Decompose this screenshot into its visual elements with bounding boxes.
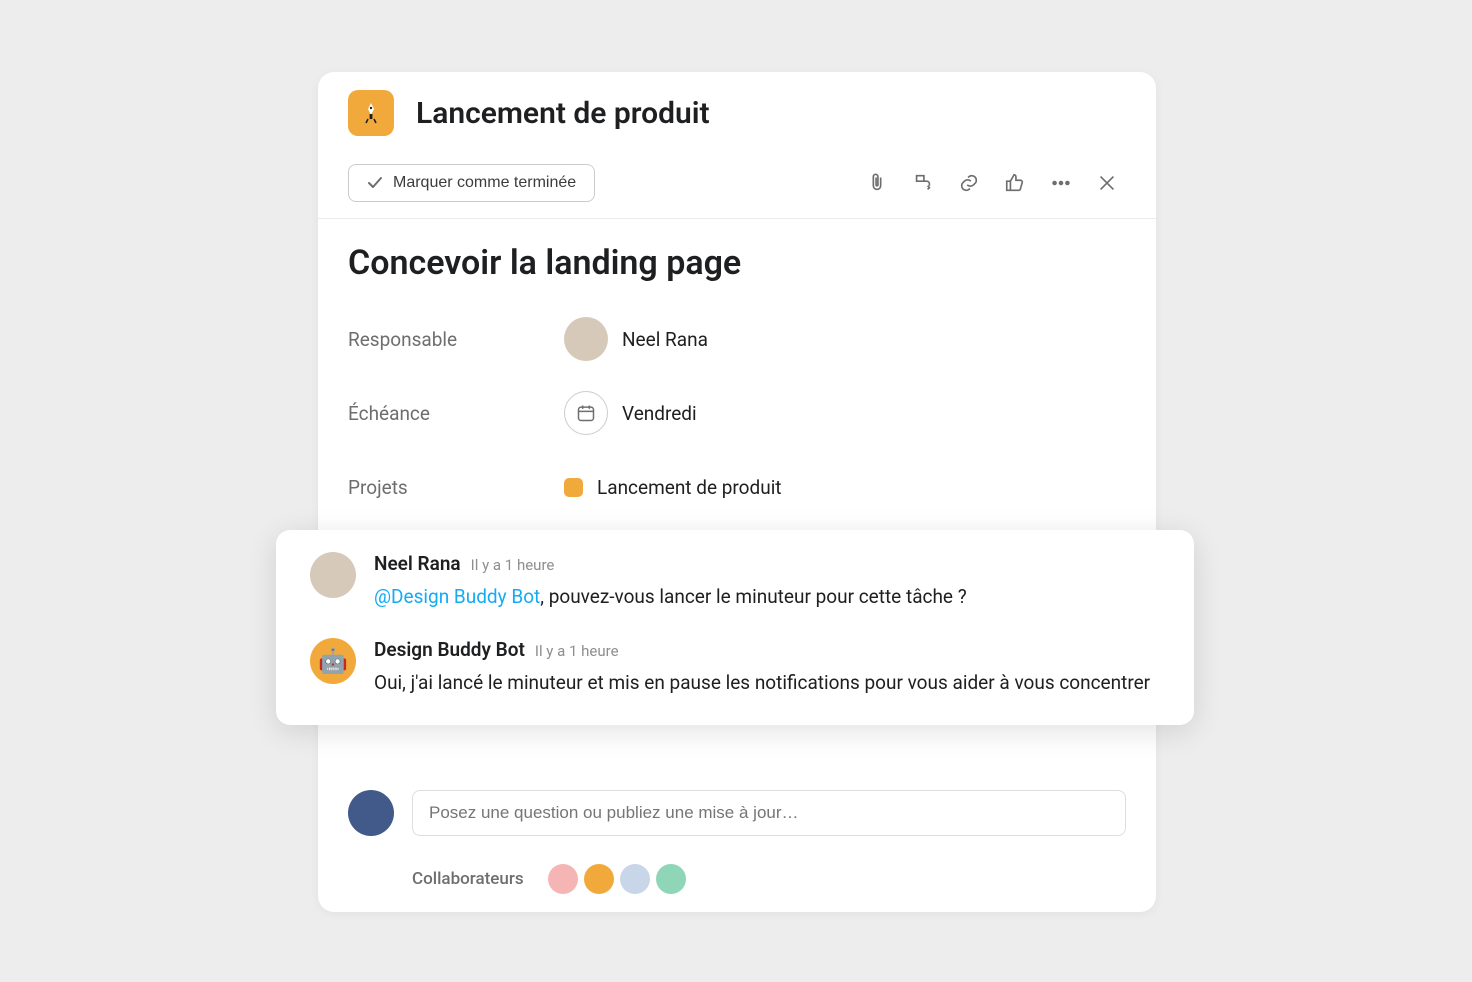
assignee-name: Neel Rana [622,328,708,351]
comment: Neel Rana Il y a 1 heure @Design Buddy B… [310,552,1160,612]
due-value[interactable]: Vendredi [564,391,697,435]
task-panel: Lancement de produit Marquer comme termi… [318,72,1156,912]
composer [348,790,1126,836]
collaborators-row: Collaborateurs [412,864,686,894]
comment-author: Neel Rana [374,552,461,575]
calendar-icon [576,403,596,423]
current-user-avatar [348,790,394,836]
collaborator-avatar[interactable] [548,864,578,894]
comment-time: Il y a 1 heure [471,556,555,574]
comment-body: Design Buddy Bot Il y a 1 heure Oui, j'a… [374,638,1160,698]
project-icon [348,90,394,136]
assignee-avatar [564,317,608,361]
comment-time: Il y a 1 heure [535,642,619,660]
comment-text: @Design Buddy Bot, pouvez-vous lancer le… [374,583,1160,612]
comment-author: Design Buddy Bot [374,638,525,661]
task-body: Concevoir la landing page Responsable Ne… [318,219,1156,515]
collaborators-label: Collaborateurs [412,869,524,889]
task-title[interactable]: Concevoir la landing page [348,243,1126,283]
comment: 🤖 Design Buddy Bot Il y a 1 heure Oui, j… [310,638,1160,698]
link-icon [958,172,980,194]
attachment-icon [866,172,888,194]
toolbar: Marquer comme terminée [318,154,1156,219]
projects-row: Projets Lancement de produit [348,459,1126,515]
panel-header: Lancement de produit [318,72,1156,154]
due-row: Échéance Vendredi [348,385,1126,441]
comments-card: Neel Rana Il y a 1 heure @Design Buddy B… [276,530,1194,725]
comment-input[interactable] [412,790,1126,836]
calendar-icon-wrap [564,391,608,435]
due-label: Échéance [348,402,564,425]
comment-text-rest: , pouvez-vous lancer le minuteur pour ce… [540,585,966,608]
collaborator-avatars[interactable] [548,864,686,894]
project-name: Lancement de produit [597,476,782,499]
like-icon [1004,172,1026,194]
project-title: Lancement de produit [416,96,710,131]
check-icon [367,175,383,191]
comment-avatar [310,552,356,598]
assignee-row: Responsable Neel Rana [348,311,1126,367]
projects-value[interactable]: Lancement de produit [564,476,782,499]
copy-link-button[interactable] [950,164,988,202]
robot-icon: 🤖 [318,647,348,675]
more-button[interactable] [1042,164,1080,202]
collaborator-avatar[interactable] [656,864,686,894]
bot-avatar: 🤖 [310,638,356,684]
collaborator-avatar[interactable] [620,864,650,894]
rocket-icon [359,101,383,125]
more-icon [1050,172,1072,194]
mention[interactable]: @Design Buddy Bot [374,585,540,608]
subtask-icon [912,172,934,194]
assignee-value[interactable]: Neel Rana [564,317,708,361]
assignee-label: Responsable [348,328,564,351]
comment-body: Neel Rana Il y a 1 heure @Design Buddy B… [374,552,1160,612]
mark-complete-button[interactable]: Marquer comme terminée [348,164,595,202]
projects-label: Projets [348,476,564,499]
mark-complete-label: Marquer comme terminée [393,174,576,192]
project-chip [564,478,583,497]
close-button[interactable] [1088,164,1126,202]
close-icon [1096,172,1118,194]
subtask-button[interactable] [904,164,942,202]
comment-text: Oui, j'ai lancé le minuteur et mis en pa… [374,669,1160,698]
like-button[interactable] [996,164,1034,202]
attachment-button[interactable] [858,164,896,202]
due-text: Vendredi [622,402,697,425]
collaborator-avatar[interactable] [584,864,614,894]
